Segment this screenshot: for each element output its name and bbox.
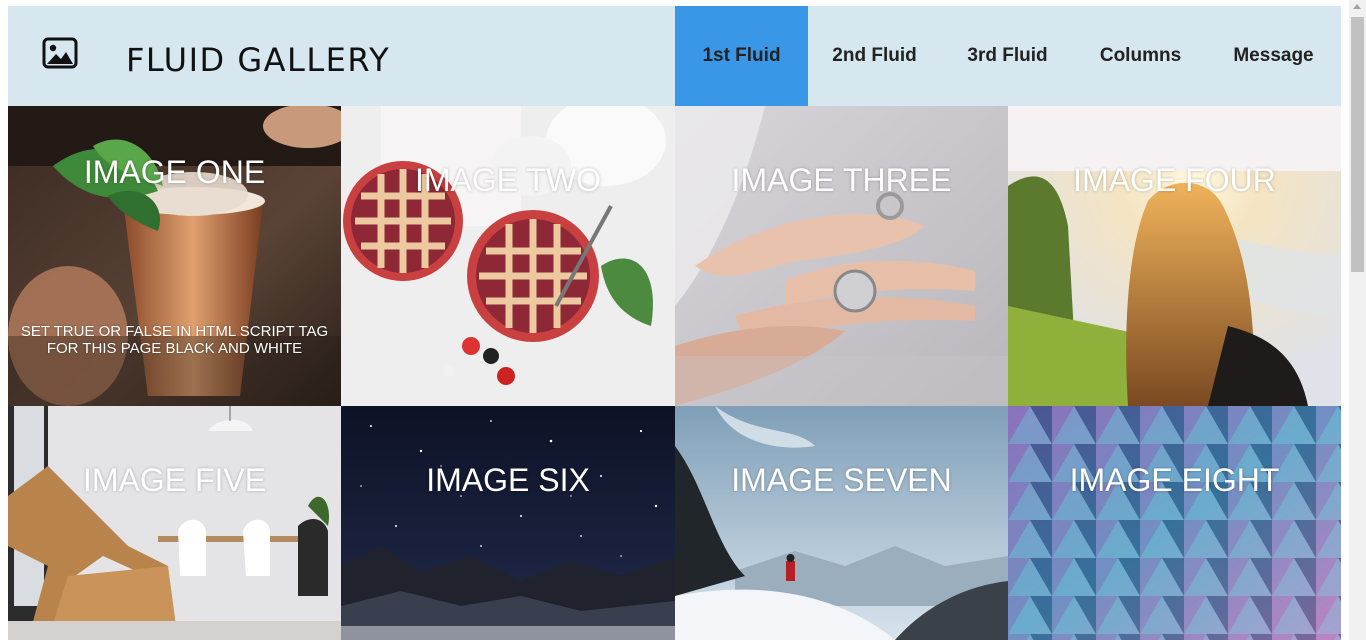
tile-title: IMAGE FIVE xyxy=(82,462,267,498)
gallery-tile-image-eight[interactable]: IMAGE EIGHT xyxy=(1008,406,1341,640)
sunset-photo xyxy=(1008,106,1341,406)
gallery-tile-image-seven[interactable]: IMAGE SEVEN xyxy=(675,406,1008,640)
nav-3rd-fluid[interactable]: 3rd Fluid xyxy=(941,6,1074,106)
tile-title: IMAGE SIX xyxy=(426,462,590,498)
site-title: FLUID GALLERY xyxy=(126,41,391,79)
main-nav: 1st Fluid 2nd Fluid 3rd Fluid Columns Me… xyxy=(675,6,1340,106)
gallery-tile-image-three[interactable]: IMAGE THREE xyxy=(675,106,1008,406)
pies-photo xyxy=(341,106,675,406)
dining-room-photo xyxy=(8,406,341,640)
tile-title: IMAGE TWO xyxy=(414,162,602,198)
page-scrollbar[interactable] xyxy=(1349,0,1366,640)
cocktail-photo xyxy=(8,106,341,406)
geometric-architecture-photo xyxy=(1008,406,1341,640)
image-gallery: IMAGE ONE SET TRUE OR FALSE IN HTML SCRI… xyxy=(8,106,1341,640)
nav-message[interactable]: Message xyxy=(1207,6,1340,106)
tile-title: IMAGE SEVEN xyxy=(731,462,952,498)
nav-columns[interactable]: Columns xyxy=(1074,6,1207,106)
tile-note: SET TRUE OR FALSE IN HTML SCRIPT TAG FOR… xyxy=(20,323,329,357)
scrollbar-thumb[interactable] xyxy=(1351,17,1364,272)
tile-title: IMAGE EIGHT xyxy=(1069,462,1280,498)
nav-1st-fluid[interactable]: 1st Fluid xyxy=(675,6,808,106)
image-icon xyxy=(42,37,78,69)
gallery-tile-image-one[interactable]: IMAGE ONE SET TRUE OR FALSE IN HTML SCRI… xyxy=(8,106,341,406)
scroll-up-icon[interactable] xyxy=(1353,4,1361,9)
tile-title: IMAGE THREE xyxy=(731,162,952,198)
tile-title: IMAGE FOUR xyxy=(1073,162,1276,198)
gallery-tile-image-four[interactable]: IMAGE FOUR xyxy=(1008,106,1341,406)
snowy-mountain-photo xyxy=(675,406,1008,640)
night-sky-photo xyxy=(341,406,675,640)
rings-photo xyxy=(675,106,1008,406)
tile-title: IMAGE ONE xyxy=(83,154,266,190)
gallery-tile-image-five[interactable]: IMAGE FIVE xyxy=(8,406,341,640)
gallery-tile-image-two[interactable]: IMAGE TWO xyxy=(341,106,675,406)
header: FLUID GALLERY 1st Fluid 2nd Fluid 3rd Fl… xyxy=(8,6,1341,106)
gallery-tile-image-six[interactable]: IMAGE SIX xyxy=(341,406,675,640)
nav-2nd-fluid[interactable]: 2nd Fluid xyxy=(808,6,941,106)
